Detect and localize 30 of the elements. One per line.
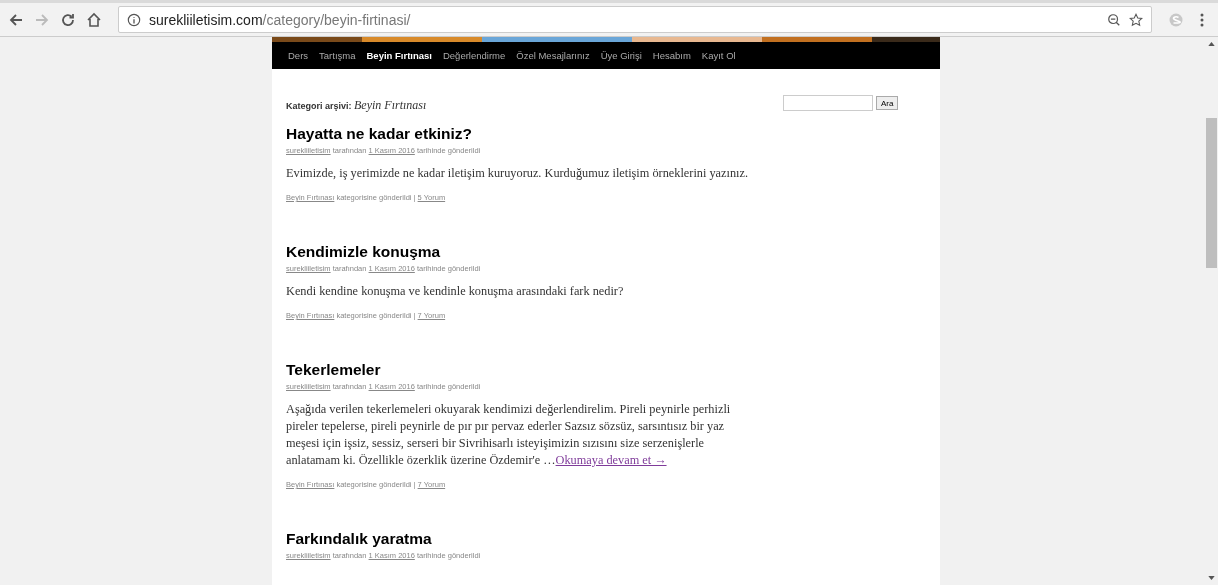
scroll-up-icon[interactable] (1207, 42, 1215, 46)
nav-link[interactable]: Beyin Fırtınası (366, 50, 432, 61)
search-field[interactable] (783, 95, 873, 111)
post-excerpt: Kendi kendine konuşma ve kendinle konuşma arasındaki fark nedir? (286, 283, 625, 300)
post-title[interactable]: Tekerlemeler (286, 361, 756, 379)
post-title[interactable]: Farkındalık yaratma (286, 530, 756, 548)
scrollbar-thumb[interactable] (1205, 118, 1217, 268)
url-text: surekliiletisim.com/category/beyin-firtinasi/ (149, 11, 411, 28)
home-icon[interactable] (86, 11, 102, 28)
star-icon[interactable] (1129, 12, 1143, 27)
post-title[interactable]: Kendimizle konuşma (286, 243, 756, 261)
nav-link[interactable]: Ders (288, 50, 309, 61)
nav-link[interactable]: Özel Mesajlarınız (516, 50, 590, 61)
post-title[interactable]: Hayatta ne kadar etkiniz? (286, 125, 756, 143)
post-excerpt: Evimizde, iş yerimizde ne kadar iletişim kuruyoruz. Kurduğumuz iletişim örneklerini yazınız. (286, 165, 750, 182)
post-excerpt: Aşağıda verilen tekerlemeleri okuyarak kendimizi değerlendirelim. Pireli peynirle perhizli pireler tepelerse, pireli peynirle de pır pır pervaz ederler Sazsız sözsüz, sarsıntısız bir yaz meşesi için işsiz, sessiz, serseri bir Sivrihisarlı isteyişimizin sızısını size serzenişlerle anlatamam ki. Özellikle özerklik üzerine Özdemir'e …Okumaya devam et → (286, 401, 732, 469)
info-icon[interactable] (127, 12, 141, 27)
nav-link[interactable]: Üye Girişi (600, 50, 642, 61)
reload-icon[interactable] (60, 11, 76, 28)
archive-heading: Kategori arşivi: Beyin Fırtınası (286, 98, 428, 113)
search-button[interactable]: Ara (876, 96, 899, 110)
scroll-down-icon[interactable] (1207, 576, 1215, 580)
read-more-link[interactable]: Okumaya devam et → (555, 453, 667, 467)
nav-link[interactable]: Hesabım (652, 50, 691, 61)
nav-link[interactable]: Değerlendirme (442, 50, 506, 61)
zoom-out-icon[interactable] (1107, 12, 1121, 27)
nav-link[interactable]: Kayıt Ol (701, 50, 736, 61)
nav-link[interactable]: Tartışma (319, 50, 356, 61)
address-bar[interactable]: surekliiletisim.com/category/beyin-firtinasi/ (118, 6, 1152, 33)
back-icon[interactable] (8, 11, 24, 28)
